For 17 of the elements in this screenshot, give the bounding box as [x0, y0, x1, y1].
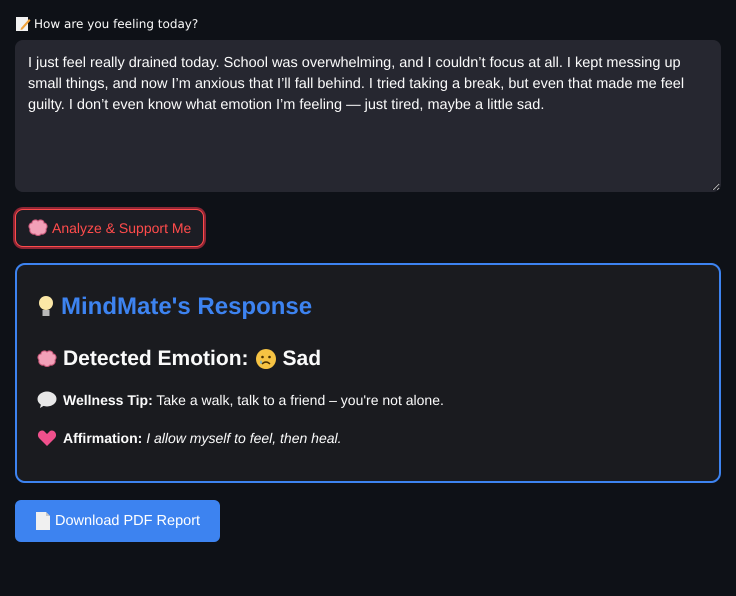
download-button[interactable]: Download PDF Report [15, 500, 220, 542]
input-field[interactable]: I just feel really drained today. School was overwhelming, and I couldn’t focus at all. I kept messing up small things, and now I’m anxious that I’ll fall behind. I tried taking a break, but even that made me feel guilty. I don’t even know what emotion I’m feeling — just tired, maybe a little sad. [15, 40, 721, 192]
heart-icon [37, 429, 57, 447]
emotion-value: Sad [282, 347, 322, 371]
wellness-tip: Wellness Tip: Take a walk, talk to a friend – you're not alone. [63, 392, 444, 408]
memo-pencil-icon [15, 16, 31, 32]
analyze-button[interactable]: Analyze & Support Me [15, 209, 204, 247]
speech-bubble-icon [37, 391, 57, 409]
field-label: How are you feeling today? [34, 17, 198, 31]
affirmation: Affirmation: I allow myself to feel, then heal. [63, 430, 342, 446]
crying-face-icon [254, 348, 277, 370]
brain-icon [37, 350, 57, 368]
emotion-label: Detected Emotion: [63, 347, 249, 371]
brain-icon [28, 219, 48, 237]
lightbulb-icon [37, 295, 55, 319]
response-title: MindMate's Response [61, 293, 312, 321]
document-icon [35, 511, 51, 531]
